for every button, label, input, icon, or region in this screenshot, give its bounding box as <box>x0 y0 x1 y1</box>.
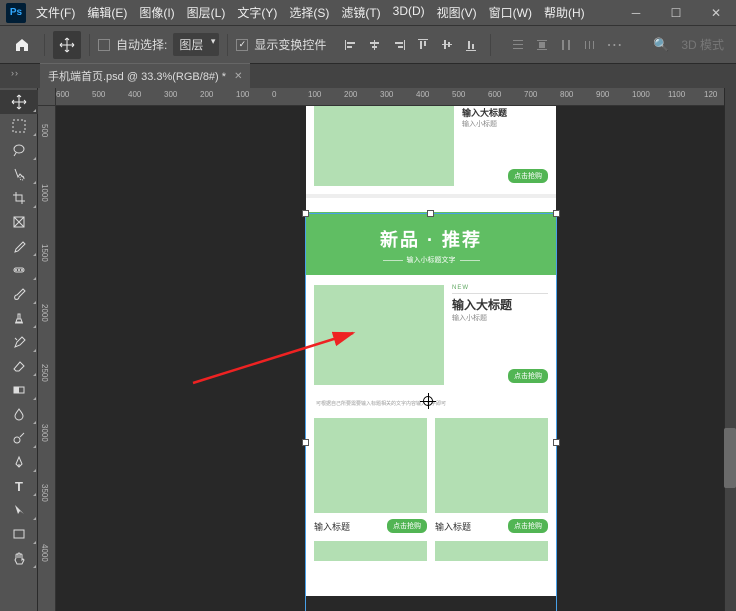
mode-3d-label: 3D 模式 <box>681 36 724 53</box>
distribute-group: ⋯ <box>507 34 625 56</box>
auto-select-scope[interactable]: 图层 <box>173 33 219 56</box>
scrollbar-thumb[interactable] <box>724 428 736 488</box>
show-transform-checkbox[interactable]: ✓ <box>236 39 248 51</box>
type-tool[interactable]: T <box>0 474 38 498</box>
options-bar: 自动选择: 图层 ✓ 显示变换控件 ⋯ 🔍 3D 模式 <box>0 26 736 64</box>
align-top-icon[interactable] <box>412 34 434 56</box>
tab-close-icon[interactable]: ✕ <box>234 71 242 82</box>
menu-help[interactable]: 帮助(H) <box>538 0 591 25</box>
auto-select-checkbox[interactable] <box>98 39 110 51</box>
top-btn: 点击抢购 <box>508 169 548 183</box>
window-controls: ─ ☐ ✕ <box>616 0 736 26</box>
eyedropper-tool[interactable] <box>0 234 38 258</box>
banner-title: 新品 · 推荐 <box>306 226 556 252</box>
menu-file[interactable]: 文件(F) <box>30 0 81 25</box>
document-tab[interactable]: 手机端首页.psd @ 33.3%(RGB/8#) * ✕ <box>40 63 250 88</box>
ps-logo: Ps <box>6 3 26 23</box>
dist-more-icon[interactable]: ⋯ <box>603 34 625 56</box>
mid-big-title: 输入大标题 <box>452 296 548 313</box>
document-tab-bar: 手机端首页.psd @ 33.3%(RGB/8#) * ✕ <box>0 64 736 88</box>
ruler-horizontal[interactable]: 6005004003002001000100200300400500600700… <box>56 88 724 106</box>
title-bar: Ps 文件(F) 编辑(E) 图像(I) 图层(L) 文字(Y) 选择(S) 滤… <box>0 0 736 26</box>
ruler-vertical[interactable]: 5001000150020002500300035004000 <box>38 106 56 611</box>
align-vcenter-icon[interactable] <box>436 34 458 56</box>
marquee-tool[interactable] <box>0 114 38 138</box>
hand-tool[interactable] <box>0 546 38 570</box>
menu-select[interactable]: 选择(S) <box>283 0 335 25</box>
pen-tool[interactable] <box>0 450 38 474</box>
panel-dock[interactable] <box>724 88 736 611</box>
frame-tool[interactable] <box>0 210 38 234</box>
dist-left-icon[interactable] <box>579 34 601 56</box>
menu-bar: 文件(F) 编辑(E) 图像(I) 图层(L) 文字(Y) 选择(S) 滤镜(T… <box>30 0 591 25</box>
path-select-tool[interactable] <box>0 498 38 522</box>
maximize-button[interactable]: ☐ <box>656 0 696 26</box>
card1-btn: 点击抢购 <box>387 519 427 533</box>
mid-btn: 点击抢购 <box>508 369 548 383</box>
banner-subtitle: 输入小标题文字 <box>306 255 556 265</box>
new-label: NEW <box>452 285 548 291</box>
mid-small-title: 输入小标题 <box>452 313 548 323</box>
gradient-tool[interactable] <box>0 378 38 402</box>
eraser-tool[interactable] <box>0 354 38 378</box>
card1-title: 输入标题 <box>314 520 350 533</box>
home-button[interactable] <box>8 31 36 59</box>
document-canvas[interactable]: 输入大标题 输入小标题 点击抢购 新品 · 推荐 输入小标题文字 NEW <box>306 106 556 596</box>
heal-tool[interactable] <box>0 258 38 282</box>
top-big-title: 输入大标题 <box>462 106 548 119</box>
dist-top-icon[interactable] <box>507 34 529 56</box>
shape-tool[interactable] <box>0 522 38 546</box>
brush-tool[interactable] <box>0 282 38 306</box>
dodge-tool[interactable] <box>0 426 38 450</box>
align-group <box>340 34 482 56</box>
menu-image[interactable]: 图像(I) <box>133 0 180 25</box>
close-button[interactable]: ✕ <box>696 0 736 26</box>
minimize-button[interactable]: ─ <box>616 0 656 26</box>
dist-bot-icon[interactable] <box>555 34 577 56</box>
menu-window[interactable]: 窗口(W) <box>483 0 538 25</box>
menu-filter[interactable]: 滤镜(T) <box>335 0 386 25</box>
expand-toolbar-icon[interactable]: ›› <box>0 64 30 82</box>
stamp-tool[interactable] <box>0 306 38 330</box>
card2-btn: 点击抢购 <box>508 519 548 533</box>
quick-select-tool[interactable] <box>0 162 38 186</box>
toolbox: T <box>0 88 38 611</box>
desc-text: 可根据自己所要需要输入标题相关的文字内容输入文字即可 <box>316 401 546 408</box>
move-tool[interactable] <box>0 90 38 114</box>
menu-view[interactable]: 视图(V) <box>431 0 483 25</box>
lasso-tool[interactable] <box>0 138 38 162</box>
align-bottom-icon[interactable] <box>460 34 482 56</box>
top-small-title: 输入小标题 <box>462 119 548 129</box>
card2-title: 输入标题 <box>435 520 471 533</box>
document-tab-title: 手机端首页.psd @ 33.3%(RGB/8#) * <box>48 68 226 84</box>
workspace[interactable]: 6005004003002001000100200300400500600700… <box>38 88 724 611</box>
crop-tool[interactable] <box>0 186 38 210</box>
show-transform-label: 显示变换控件 <box>254 36 326 53</box>
ruler-origin[interactable] <box>38 88 56 106</box>
menu-edit[interactable]: 编辑(E) <box>81 0 133 25</box>
menu-3d[interactable]: 3D(D) <box>387 0 431 25</box>
align-left-icon[interactable] <box>340 34 362 56</box>
history-brush-tool[interactable] <box>0 330 38 354</box>
align-right-icon[interactable] <box>388 34 410 56</box>
auto-select-label: 自动选择: <box>116 36 167 53</box>
blur-tool[interactable] <box>0 402 38 426</box>
menu-type[interactable]: 文字(Y) <box>231 0 283 25</box>
move-tool-icon[interactable] <box>53 31 81 59</box>
dist-vc-icon[interactable] <box>531 34 553 56</box>
align-hcenter-icon[interactable] <box>364 34 386 56</box>
banner: 新品 · 推荐 输入小标题文字 <box>306 212 556 275</box>
menu-layer[interactable]: 图层(L) <box>181 0 232 25</box>
search-icon[interactable]: 🔍 <box>647 37 675 53</box>
